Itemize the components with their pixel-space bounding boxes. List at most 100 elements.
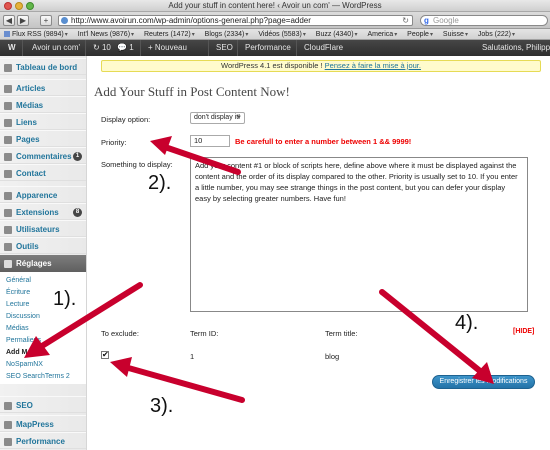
settings-icon [4,260,12,268]
priority-warning: Be carefull to enter a number between 1 … [235,137,412,146]
sidebar-item-contact[interactable]: Contact [0,164,86,181]
map-icon [4,421,12,429]
search-placeholder: Google [433,16,459,25]
chevron-down-icon: ▾ [64,32,68,38]
plugin-icon [4,209,12,217]
sidebar-item-tools[interactable]: Outils [0,237,86,254]
sidebar-item-links[interactable]: Liens [0,113,86,130]
submenu-add-me[interactable]: Add Me [6,348,31,358]
wp-admin-bar: W Avoir un com' ↻ 10 💬 1 + Nouveau SEO P… [0,40,550,56]
sidebar-item-appearance[interactable]: Apparence [0,186,86,203]
brush-icon [4,192,12,200]
chevron-down-icon: ▾ [354,32,358,38]
comment-bubble-icon: 💬 [117,43,130,52]
refresh-icon: ↻ [93,43,102,52]
display-option-label: Display option: [101,115,151,124]
update-notice-text: WordPress 4.1 est disponible ! [221,61,325,70]
sidebar-item-seo[interactable]: SEO [0,396,86,413]
sidebar-item-dashboard[interactable]: Tableau de bord [0,58,86,75]
chevron-down-icon: ▾ [429,32,433,38]
annotation-4: 4). [455,312,479,334]
submenu-writing[interactable]: Écriture [6,288,30,298]
sidebar-item-users[interactable]: Utilisateurs [0,220,86,237]
sidebar-item-comments[interactable]: Commentaires 1 [0,147,86,164]
tools-icon [4,243,12,251]
forward-button[interactable]: ▶ [17,15,29,26]
sidebar-item-pages[interactable]: Pages [0,130,86,147]
bookmark-item[interactable]: Vidéos (5583)▾ [254,29,309,39]
minimize-window-button[interactable] [15,2,23,10]
sidebar-item-articles[interactable]: Articles [0,79,86,96]
site-name-link[interactable]: Avoir un com' [28,40,84,56]
bookmark-item[interactable]: Blogs (2334)▾ [201,29,253,39]
cloudflare-menu-link[interactable]: CloudFlare [300,40,347,56]
arrow-3 [122,364,245,403]
bookmark-item[interactable]: Suisse▾ [439,29,472,39]
new-content-link[interactable]: + Nouveau [144,40,191,56]
submenu-discussion[interactable]: Discussion [6,312,40,322]
seo-icon [4,402,12,410]
arrow-2-head [150,136,172,155]
chevron-down-icon: ▾ [464,32,468,38]
term-id-header: Term ID: [190,329,219,338]
submenu-permalinks[interactable]: Permaliens [6,336,41,346]
content-textarea[interactable]: Add your content #1 or block of scripts … [190,157,528,312]
search-input[interactable]: g Google [420,15,548,26]
bookmark-item[interactable]: Buzz (4340)▾ [312,29,362,39]
zoom-window-button[interactable] [26,2,34,10]
exclude-checkbox[interactable]: ✔ [101,351,109,359]
bookmark-item[interactable]: Flux RSS (9894)▾ [0,29,72,39]
submenu-media[interactable]: Médias [6,324,29,334]
browser-toolbar: ◀ ▶ + http://www.avoirun.com/wp-admin/op… [0,12,550,29]
page-icon [4,136,12,144]
exclude-label: To exclude: [101,329,139,338]
chevron-down-icon: ▾ [511,32,515,38]
dashboard-icon [4,64,12,72]
pin-icon [4,85,12,93]
term-title-value: blog [325,352,340,361]
google-icon: g [424,16,429,25]
update-notice-link[interactable]: Pensez à faire la mise à jour. [325,61,421,70]
url-text: http://www.avoirun.com/wp-admin/options-… [71,16,311,25]
annotation-3: 3). [150,395,174,417]
updates-link[interactable]: ↻ 10 [89,40,115,56]
new-tab-button[interactable]: + [40,15,52,26]
wordpress-logo-icon[interactable]: W [4,40,20,56]
site-icon [61,17,68,24]
back-button[interactable]: ◀ [3,15,15,26]
user-greeting-link[interactable]: Salutations, Philipp [478,40,550,56]
save-changes-button[interactable]: Enregistrer les modifications [432,375,535,389]
bookmark-item[interactable]: People▾ [403,29,437,39]
url-bar[interactable]: http://www.avoirun.com/wp-admin/options-… [58,15,413,26]
performance-icon [4,438,12,446]
sidebar-item-settings[interactable]: Réglages [0,255,86,272]
arrow-3-head [110,357,132,377]
performance-menu-link[interactable]: Performance [241,40,295,56]
submenu-general[interactable]: Général [6,276,31,286]
folder-icon [4,31,10,37]
sidebar-item-performance[interactable]: Performance [0,432,86,449]
annotation-1: 1). [53,288,77,310]
close-window-button[interactable] [4,2,12,10]
comments-link[interactable]: 💬 1 [113,40,138,56]
reload-icon[interactable]: ↻ [402,16,409,25]
bookmark-item[interactable]: America▾ [364,29,402,39]
sidebar-item-medias[interactable]: Médias [0,96,86,113]
seo-menu-link[interactable]: SEO [212,40,237,56]
submenu-reading[interactable]: Lecture [6,300,29,310]
admin-sidebar: Tableau de bord Articles Médias Liens Pa… [0,56,87,450]
comment-icon [4,153,12,161]
sidebar-item-plugins[interactable]: Extensions 8 [0,203,86,220]
chevron-down-icon: ▾ [245,32,249,38]
bookmark-item[interactable]: Int'l News (9876)▾ [74,29,138,39]
submenu-seo-searchterms[interactable]: SEO SearchTerms 2 [6,372,70,382]
display-option-select[interactable]: don't display it! ▼ [190,112,245,124]
sidebar-item-mappress[interactable]: MapPress [0,415,86,432]
hide-link[interactable]: [HIDE] [513,328,534,335]
priority-input[interactable]: 10 [190,135,230,147]
annotation-2: 2). [148,172,172,194]
bookmark-item[interactable]: Reuters (1472)▾ [140,29,199,39]
submenu-nospamnx[interactable]: NoSpamNX [6,360,43,370]
page-title: Add Your Stuff in Post Content Now! [94,84,290,99]
bookmark-item[interactable]: Jobs (222)▾ [474,29,519,39]
